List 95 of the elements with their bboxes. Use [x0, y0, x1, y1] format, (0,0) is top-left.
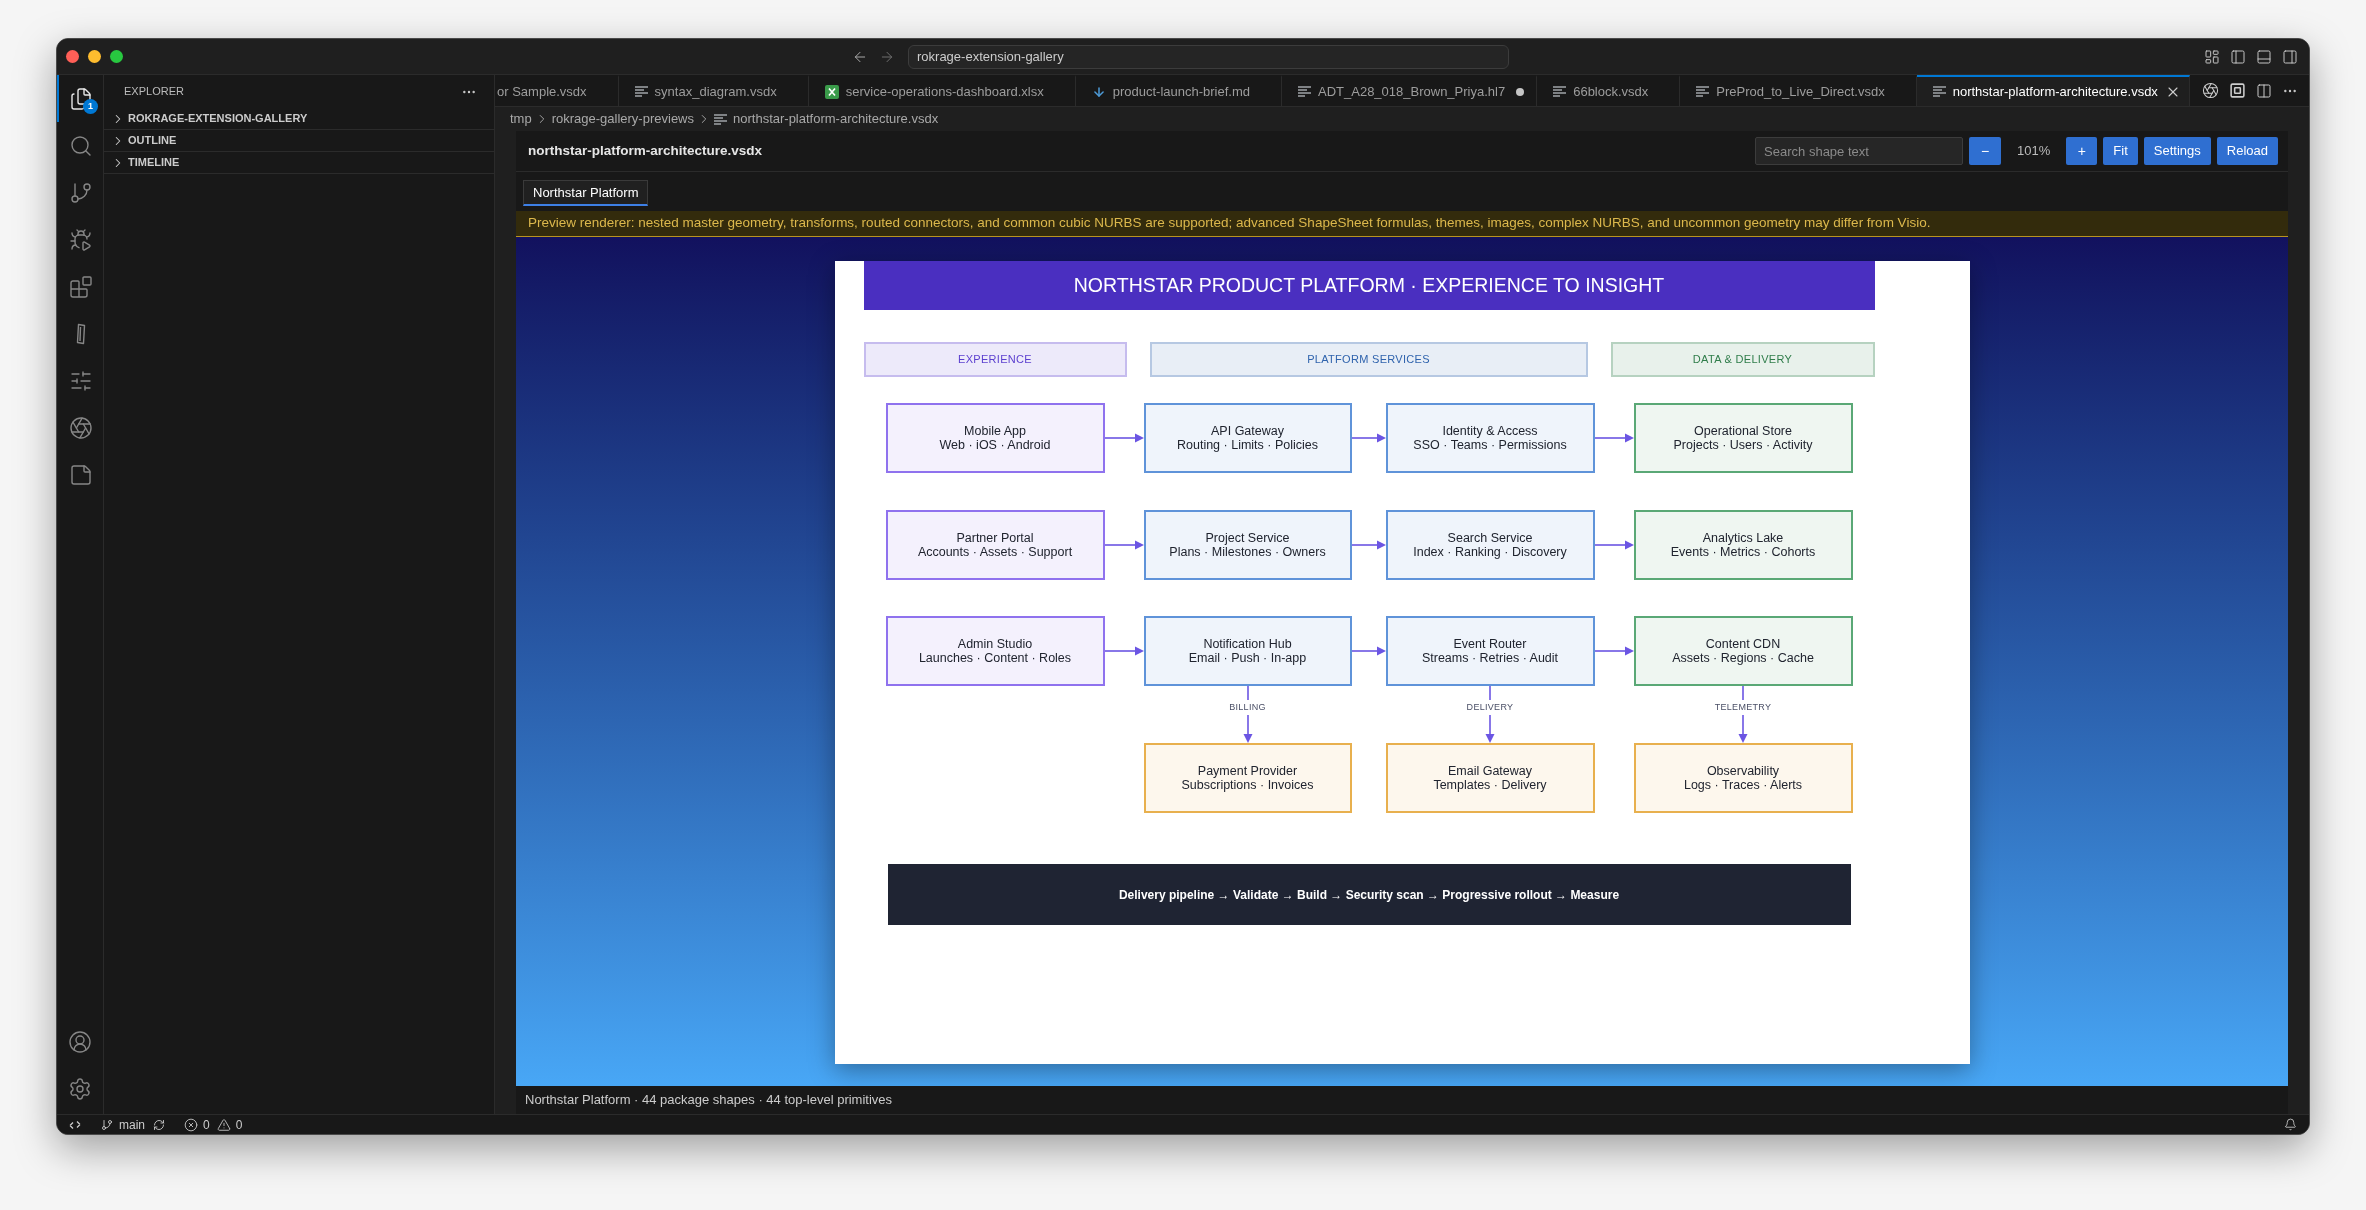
- split-editor-icon[interactable]: [2256, 82, 2272, 99]
- zoom-window-button[interactable]: [110, 50, 123, 63]
- node-title: Operational Store: [1694, 424, 1792, 438]
- node-title: Event Router: [1453, 637, 1527, 651]
- zoom-level: 101%: [2016, 142, 2052, 161]
- node-title: Search Service: [1447, 531, 1533, 545]
- lines-icon: [714, 113, 727, 125]
- branch-status[interactable]: main: [101, 1115, 165, 1134]
- bug-play-icon: [69, 227, 93, 252]
- lane-header: EXPERIENCE: [863, 342, 1127, 377]
- bell-icon[interactable]: [2284, 1118, 2297, 1131]
- node-title: Payment Provider: [1197, 764, 1298, 778]
- editor-tab[interactable]: northstar-platform-architecture.vsdx: [1916, 75, 2190, 106]
- node-title: Content CDN: [1705, 637, 1781, 651]
- notification-badge: 1: [83, 99, 98, 114]
- lines-icon: [634, 86, 648, 97]
- node-subtitle: Projects · Users · Activity: [1673, 438, 1813, 452]
- node-title: Mobile App: [964, 424, 1026, 438]
- shape-search-field[interactable]: Search shape text: [1755, 137, 1964, 165]
- node-subtitle: Accounts · Assets · Support: [917, 545, 1073, 559]
- sidebar-toggle-icon[interactable]: [2230, 48, 2246, 65]
- square-in-square-icon[interactable]: [2229, 82, 2246, 99]
- lines-icon: [1553, 86, 1567, 97]
- node-subtitle: Events · Metrics · Cohorts: [1670, 545, 1816, 559]
- node-subtitle: Logs · Traces · Alerts: [1683, 778, 1803, 792]
- node-title: Analytics Lake: [1702, 531, 1784, 545]
- zoom-out-button[interactable]: −: [1969, 137, 2002, 165]
- files-icon: [69, 86, 93, 111]
- lines-icon: [1932, 86, 1946, 97]
- node-subtitle: Launches · Content · Roles: [918, 651, 1072, 665]
- sidebar-title: EXPLORER: [124, 84, 184, 100]
- command-center[interactable]: rokrage-extension-gallery: [908, 44, 1509, 69]
- node-title: Email Gateway: [1447, 764, 1533, 778]
- node-subtitle: Email · Push · In-app: [1188, 651, 1307, 665]
- node-subtitle: Assets · Regions · Cache: [1672, 651, 1814, 665]
- layout-icon[interactable]: [2204, 48, 2220, 65]
- notice-banner: Preview renderer: nested master geometry, transforms, routed connectors, and common cubic NURBS are supported; advanced ShapeSheet formulas, themes, images, complex NURBS, and uncommon geometry may differ from Visio.: [516, 211, 2288, 237]
- blocks-icon: [69, 274, 93, 299]
- node-title: Admin Studio: [957, 637, 1033, 651]
- secondary-sidebar-icon[interactable]: [2282, 48, 2298, 65]
- aperture-icon: [69, 415, 93, 440]
- warning-icon: [216, 1117, 231, 1132]
- lane-header: DATA & DELIVERY: [1610, 342, 1875, 377]
- note-icon: [69, 462, 93, 487]
- breadcrumb-item[interactable]: northstar-platform-architecture.vsdx: [733, 109, 939, 129]
- node-title: Notification Hub: [1203, 637, 1292, 651]
- sliders-icon: [69, 368, 93, 393]
- editor-tab[interactable]: or Sample.vsdx: [495, 75, 619, 106]
- breadcrumb-item[interactable]: rokrage-gallery-previews: [551, 109, 694, 129]
- sidebar-section-header[interactable]: ROKRAGE-EXTENSION-GALLERY: [104, 108, 494, 130]
- sidebar-section-header[interactable]: TIMELINE: [104, 152, 494, 174]
- lines-icon: [1298, 86, 1311, 97]
- node-title: Project Service: [1205, 531, 1290, 545]
- breadcrumb-item[interactable]: tmp: [510, 109, 532, 129]
- branch-icon: [101, 1118, 113, 1131]
- lines-icon: [1696, 86, 1710, 97]
- connector-label: TELEMETRY: [1713, 702, 1773, 713]
- aperture-icon[interactable]: [2202, 82, 2219, 99]
- preview-info: Northstar Platform · 44 package shapes · 44 top-level primitives: [525, 1091, 893, 1110]
- node-subtitle: Index · Ranking · Discovery: [1413, 545, 1567, 559]
- sidebar-section-header[interactable]: OUTLINE: [104, 130, 494, 152]
- branch-icon: [69, 180, 93, 205]
- minimize-window-button[interactable]: [88, 50, 101, 63]
- node-subtitle: SSO · Teams · Permissions: [1413, 438, 1567, 452]
- page-tab[interactable]: Northstar Platform: [523, 180, 649, 206]
- node-title: Identity & Access: [1442, 424, 1538, 438]
- node-title: Partner Portal: [956, 531, 1034, 545]
- zoom-in-button[interactable]: +: [2066, 137, 2098, 165]
- panel-toggle-icon[interactable]: [2256, 48, 2272, 65]
- toolbar-button[interactable]: Reload: [2216, 137, 2278, 165]
- node-subtitle: Templates · Delivery: [1433, 778, 1547, 792]
- node-title: API Gateway: [1211, 424, 1284, 438]
- node-subtitle: Subscriptions · Invoices: [1181, 778, 1314, 792]
- sync-icon: [153, 1118, 165, 1131]
- problems-status[interactable]: 0 0: [184, 1115, 243, 1134]
- account-icon[interactable]: [68, 1029, 92, 1054]
- toolbar-button[interactable]: Fit: [2103, 137, 2138, 165]
- connector-label: DELIVERY: [1465, 702, 1515, 713]
- node-subtitle: Plans · Milestones · Owners: [1169, 545, 1326, 559]
- toolbar-button[interactable]: Settings: [2143, 137, 2211, 165]
- connector-label: BILLING: [1228, 702, 1267, 713]
- close-window-button[interactable]: [66, 50, 79, 63]
- settings-icon[interactable]: [68, 1076, 92, 1101]
- node-subtitle: Web · iOS · Android: [939, 438, 1051, 452]
- pipeline-banner: Delivery pipeline → Validate → Build → Security scan → Progressive rollout → Measure: [887, 864, 1851, 925]
- remote-icon[interactable]: [69, 1118, 81, 1131]
- spreadsheet-icon: [824, 84, 839, 99]
- error-icon: [184, 1117, 198, 1132]
- node-title: Observability: [1706, 764, 1780, 778]
- diagram-title: NORTHSTAR PRODUCT PLATFORM · EXPERIENCE TO INSIGHT: [863, 261, 1875, 310]
- file-title: northstar-platform-architecture.vsdx: [528, 141, 763, 160]
- lane-header: PLATFORM SERVICES: [1149, 342, 1588, 377]
- search-icon: [69, 133, 93, 158]
- node-subtitle: Streams · Retries · Audit: [1421, 651, 1559, 665]
- node-subtitle: Routing · Limits · Policies: [1177, 438, 1318, 452]
